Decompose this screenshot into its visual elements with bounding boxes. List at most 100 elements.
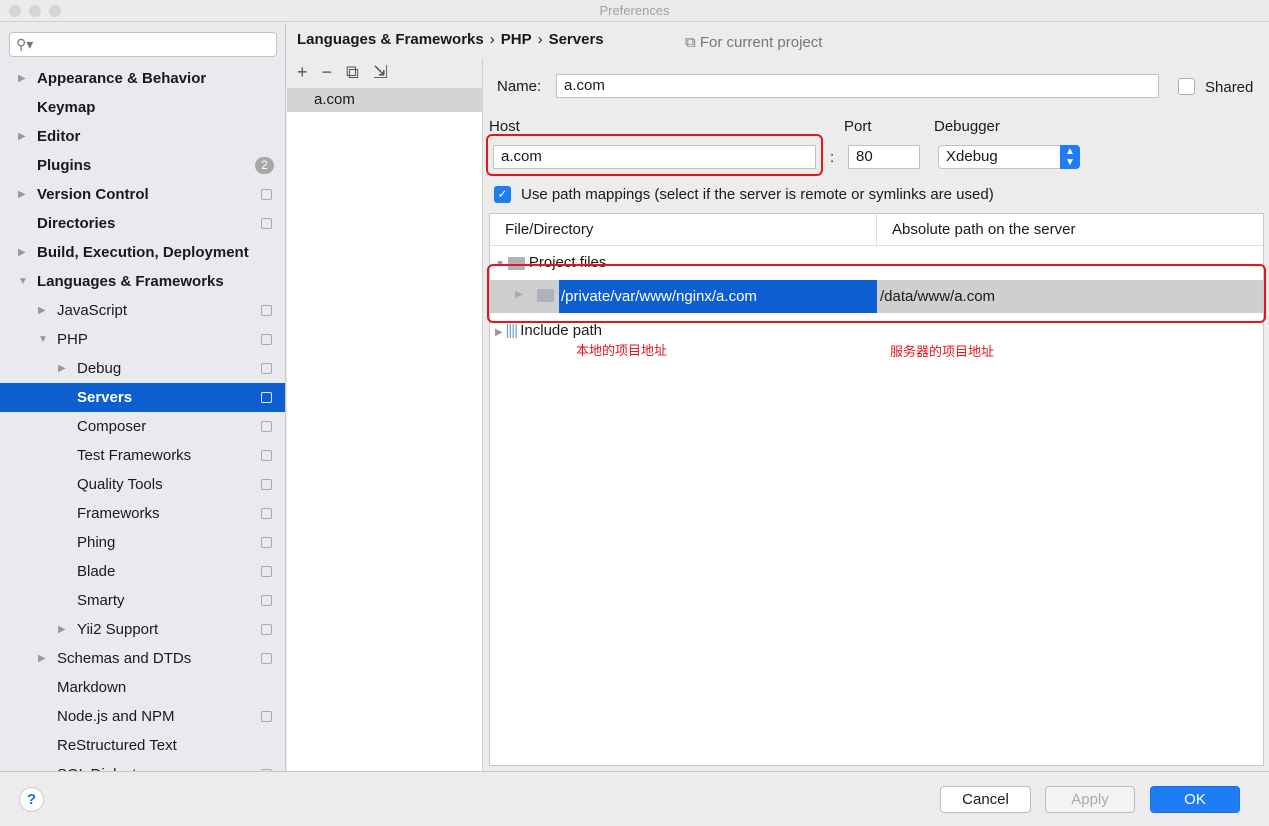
sidebar-item[interactable]: Markdown <box>0 673 285 702</box>
library-icon: |||| <box>505 322 521 339</box>
sidebar-item-label: Frameworks <box>77 505 160 522</box>
sidebar-item-label: JavaScript <box>57 302 128 319</box>
annotation-remote: 服务器的项目地址 <box>890 344 995 359</box>
sidebar-item[interactable]: Quality Tools <box>0 470 285 499</box>
project-scope-icon <box>261 537 272 548</box>
sidebar-item[interactable]: ▶ JavaScript <box>0 296 285 325</box>
sidebar-item-label: Node.js and NPM <box>57 708 175 725</box>
server-toolbar: + − ⧉ ⇲ <box>287 58 482 88</box>
sidebar-item-label: Debug <box>77 360 122 377</box>
sidebar-item[interactable]: ▶ Editor <box>0 122 285 151</box>
sidebar-item-label: Plugins <box>37 157 92 174</box>
use-mappings-checkbox[interactable]: ✓ <box>494 186 511 203</box>
sidebar-item-label: Test Frameworks <box>77 447 192 464</box>
sidebar-item[interactable]: Plugins 2 <box>0 151 285 180</box>
sidebar-item-label: Servers <box>77 389 133 406</box>
shared-checkbox[interactable] <box>1178 78 1195 95</box>
zoom-window-button[interactable] <box>49 5 61 17</box>
copy-icon[interactable]: ⧉ <box>346 62 359 84</box>
expand-right-icon[interactable]: ▶ <box>58 615 66 644</box>
project-scope-icon <box>261 595 272 606</box>
name-label: Name: <box>497 78 542 95</box>
project-scope-icon <box>261 189 272 200</box>
port-input[interactable]: 80 <box>848 145 920 169</box>
search-icon: ⚲▾ <box>16 36 34 52</box>
add-icon[interactable]: + <box>297 62 308 84</box>
sidebar-item-label: Yii2 Support <box>77 621 159 638</box>
expand-right-icon[interactable]: ▶ <box>18 122 26 151</box>
expand-right-icon[interactable]: ▶ <box>58 354 66 383</box>
expand-down-icon[interactable]: ▼ <box>18 267 28 296</box>
sidebar-item-label: Appearance & Behavior <box>37 70 207 87</box>
remove-icon[interactable]: − <box>322 62 333 84</box>
sidebar-item-label: Smarty <box>77 592 125 609</box>
help-button[interactable]: ? <box>19 787 44 812</box>
sidebar-item-label: SQL Dialects <box>57 760 144 771</box>
project-scope-icon <box>261 363 272 374</box>
sidebar-item-label: Markdown <box>57 679 127 696</box>
minimize-window-button[interactable] <box>29 5 41 17</box>
ok-button[interactable]: OK <box>1150 786 1240 813</box>
project-scope-icon <box>261 334 272 345</box>
expand-right-icon[interactable]: ▶ <box>18 64 26 93</box>
name-input[interactable]: a.com <box>556 74 1159 98</box>
search-input[interactable]: ⚲▾ <box>9 32 277 57</box>
sidebar-item[interactable]: Keymap <box>0 93 285 122</box>
port-label: Port <box>844 118 872 135</box>
expand-right-icon[interactable]: ▶ <box>38 296 46 325</box>
sidebar-item[interactable]: Phing <box>0 528 285 557</box>
highlight-box <box>486 134 823 176</box>
project-scope-icon <box>261 450 272 461</box>
sidebar-item[interactable]: ▼ Languages & Frameworks <box>0 267 285 296</box>
column-header-remote[interactable]: Absolute path on the server <box>877 214 1075 245</box>
breadcrumb-item: PHP <box>500 31 532 48</box>
project-scope-icon <box>261 508 272 519</box>
close-window-button[interactable] <box>9 5 21 17</box>
column-header-file[interactable]: File/Directory <box>490 214 877 245</box>
expand-down-icon[interactable]: ▼ <box>38 325 48 354</box>
sidebar-item-label: Directories <box>37 215 116 232</box>
sidebar-item[interactable]: Test Frameworks <box>0 441 285 470</box>
sidebar-item-label: Build, Execution, Deployment <box>37 244 249 261</box>
project-scope-icon <box>261 392 272 403</box>
use-mappings-label: Use path mappings (select if the server … <box>521 186 994 203</box>
expand-right-icon[interactable]: ▶ <box>18 180 26 209</box>
sidebar-item-label: Editor <box>37 128 81 145</box>
debugger-select[interactable]: Xdebug ▲ ▼ <box>938 145 1080 169</box>
sidebar-item-label: Phing <box>77 534 116 551</box>
sidebar-item-label: PHP <box>57 331 88 348</box>
debugger-label: Debugger <box>934 118 1000 135</box>
sidebar-item[interactable]: Blade <box>0 557 285 586</box>
apply-button[interactable]: Apply <box>1045 786 1135 813</box>
cancel-button[interactable]: Cancel <box>940 786 1031 813</box>
host-label: Host <box>489 118 520 135</box>
server-item[interactable]: a.com <box>287 88 482 112</box>
expand-right-icon[interactable]: ▶ <box>18 238 26 267</box>
sidebar-item[interactable]: Node.js and NPM <box>0 702 285 731</box>
sidebar-item[interactable]: Smarty <box>0 586 285 615</box>
expand-right-icon[interactable]: ▶ <box>38 644 46 673</box>
sidebar-item[interactable]: ▶ Version Control <box>0 180 285 209</box>
sidebar-item[interactable]: ▶ Build, Execution, Deployment <box>0 238 285 267</box>
sidebar-item[interactable]: Servers <box>0 383 285 412</box>
sidebar-item[interactable]: ▶ Appearance & Behavior <box>0 64 285 93</box>
project-scope-icon <box>261 305 272 316</box>
shared-label: Shared <box>1205 79 1254 96</box>
project-scope-icon <box>261 566 272 577</box>
breadcrumb: Languages & Frameworks › PHP › Servers <box>297 31 604 48</box>
project-scope-icon <box>261 421 272 432</box>
sidebar-item[interactable]: SQL Dialects <box>0 760 285 771</box>
sidebar-item[interactable]: Directories <box>0 209 285 238</box>
sidebar-item[interactable]: ▶ Debug <box>0 354 285 383</box>
import-icon[interactable]: ⇲ <box>373 62 388 84</box>
sidebar-item[interactable]: Frameworks <box>0 499 285 528</box>
sidebar-item[interactable]: ▶ Yii2 Support <box>0 615 285 644</box>
highlight-box <box>487 264 1266 323</box>
sidebar-item[interactable]: ▶ Schemas and DTDs <box>0 644 285 673</box>
sidebar: ⚲▾ ▶ Appearance & Behavior Keymap ▶ Editor Pl… <box>0 23 286 771</box>
sidebar-item[interactable]: ▼ PHP <box>0 325 285 354</box>
server-list: + − ⧉ ⇲ a.com <box>287 58 483 771</box>
copy-icon: ⧉ <box>685 34 700 51</box>
sidebar-item[interactable]: ReStructured Text <box>0 731 285 760</box>
sidebar-item[interactable]: Composer <box>0 412 285 441</box>
